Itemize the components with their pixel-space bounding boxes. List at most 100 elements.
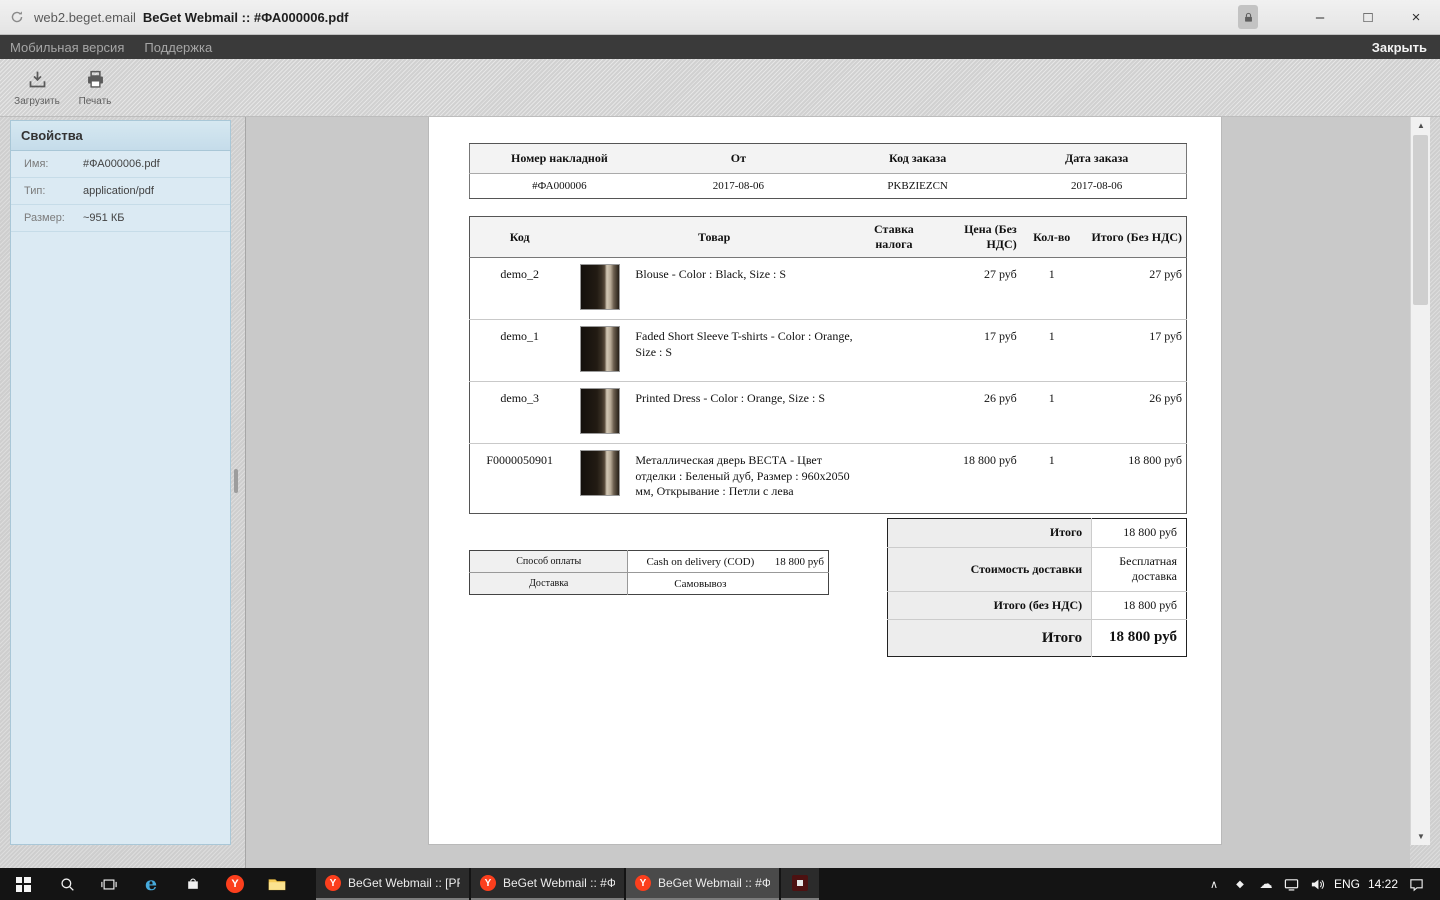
item-name: Faded Short Sleeve T-shirts - Color : Or…	[631, 319, 859, 382]
pdf-page: Номер накладной От Код заказа Дата заказ…	[428, 117, 1222, 845]
col-price: Цена (Без НДС)	[928, 216, 1021, 258]
window-titlebar: web2.beget.email BeGet Webmail :: #ФА000…	[0, 0, 1440, 35]
task-view-button[interactable]	[88, 868, 130, 900]
totals-row: Стоимость доставки Бесплатная доставка	[887, 547, 1187, 592]
pdf-viewer: Номер накладной От Код заказа Дата заказ…	[245, 117, 1410, 868]
payment-method-row: Способ оплаты Cash on delivery (COD) 18 …	[469, 550, 829, 573]
volume-icon[interactable]	[1305, 868, 1331, 900]
item-price: 17 руб	[928, 319, 1021, 382]
item-qty: 1	[1020, 319, 1083, 382]
attachment-toolbar: Загрузить Печать	[0, 59, 1440, 117]
refresh-icon[interactable]	[10, 9, 26, 25]
action-center-button[interactable]	[1403, 868, 1429, 900]
item-price: 26 руб	[928, 381, 1021, 444]
yandex-browser-icon: Y	[480, 875, 496, 891]
item-tax	[859, 444, 929, 514]
property-value: #ФА000006.pdf	[83, 158, 160, 170]
taskbar-app-label: BeGet Webmail :: #Ф...	[503, 876, 615, 890]
meta-col: От	[648, 143, 828, 174]
windows-taskbar: e Y Y BeGet Webmail :: [PR... Y BeGet We…	[0, 868, 1440, 900]
taskbar-app-button-4[interactable]	[781, 868, 819, 900]
item-qty: 1	[1020, 381, 1083, 444]
print-button[interactable]: Печать	[66, 63, 124, 113]
col-qty: Кол-во	[1020, 216, 1083, 258]
workspace: Свойства Имя: #ФА000006.pdf Тип: applica…	[0, 117, 1440, 868]
item-qty: 1	[1048, 453, 1055, 467]
yandex-browser-icon[interactable]: Y	[214, 868, 256, 900]
menu-support[interactable]: Поддержка	[134, 40, 222, 55]
close-viewer-button[interactable]: Закрыть	[1372, 40, 1440, 55]
yandex-browser-icon: Y	[325, 875, 341, 891]
clock[interactable]: 14:22	[1363, 868, 1403, 900]
network-icon[interactable]	[1279, 868, 1305, 900]
panel-splitter[interactable]	[234, 469, 238, 493]
item-code: demo_2	[469, 257, 570, 320]
item-row: F0000050901 Металлическая дверь ВЕСТА - …	[470, 444, 1187, 514]
property-label: Имя:	[24, 158, 49, 170]
close-window-button[interactable]: ×	[1392, 0, 1440, 34]
item-price: 27 руб	[928, 257, 1021, 320]
col-tax: Ставка налога	[858, 216, 929, 258]
file-explorer-icon[interactable]	[256, 868, 298, 900]
taskbar-search-button[interactable]	[46, 868, 88, 900]
microsoft-store-icon[interactable]	[172, 868, 214, 900]
taskbar-app-button-2[interactable]: Y BeGet Webmail :: #Ф...	[471, 868, 624, 900]
download-button[interactable]: Загрузить	[8, 63, 66, 113]
order-meta-table: Номер накладной От Код заказа Дата заказ…	[469, 143, 1187, 199]
maximize-button[interactable]: □	[1344, 0, 1392, 34]
scroll-up-button[interactable]: ▲	[1411, 117, 1431, 134]
property-label: Размер:	[24, 212, 65, 224]
totals-value: 18 800 руб	[1091, 518, 1187, 548]
security-lock-badge[interactable]	[1238, 5, 1258, 29]
page-title: BeGet Webmail :: #ФА000006.pdf	[142, 9, 349, 25]
download-icon	[27, 69, 48, 93]
property-label: Тип:	[24, 185, 46, 197]
product-thumbnail	[580, 326, 621, 372]
col-product: Товар	[569, 216, 859, 258]
totals-label: Итого (без НДС)	[887, 591, 1092, 621]
misc-app-icon	[792, 875, 808, 891]
taskbar-app-label: BeGet Webmail :: [PR...	[348, 876, 460, 890]
language-indicator[interactable]: ENG	[1331, 868, 1363, 900]
product-thumbnail	[580, 264, 621, 310]
items-header-row: Код Товар Ставка налога Цена (Без НДС) К…	[469, 216, 1187, 258]
folder-icon	[268, 878, 286, 890]
property-row-name: Имя: #ФА000006.pdf	[11, 151, 230, 178]
edge-browser-icon[interactable]: e	[130, 868, 172, 900]
product-thumbnail-cell	[569, 319, 632, 382]
taskbar-app-button-1[interactable]: Y BeGet Webmail :: [PR...	[316, 868, 469, 900]
col-code: Код	[469, 216, 570, 258]
product-thumbnail-cell	[569, 444, 631, 514]
vertical-scrollbar[interactable]: ▲ ▼	[1410, 117, 1430, 845]
item-name: Blouse - Color : Black, Size : S	[631, 257, 859, 320]
tray-diamond-icon[interactable]: ◆	[1227, 868, 1253, 900]
titlebar-site: web2.beget.email	[34, 9, 136, 25]
taskbar-app-button-3-active[interactable]: Y BeGet Webmail :: #Ф...	[626, 868, 779, 900]
item-total: 27 руб	[1082, 257, 1187, 320]
payment-method-amount: 18 800 руб	[772, 550, 829, 573]
grand-total-row: Итого 18 800 руб	[887, 619, 1187, 657]
delivery-value: Самовывоз	[674, 577, 727, 590]
totals-value: Бесплатная доставка	[1091, 547, 1187, 592]
scroll-down-button[interactable]: ▼	[1411, 828, 1431, 845]
totals-label: Итого	[887, 518, 1092, 548]
item-total: 26 руб	[1082, 381, 1187, 444]
minimize-button[interactable]: –	[1296, 0, 1344, 34]
property-row-size: Размер: ~951 КБ	[11, 205, 230, 232]
property-value: ~951 КБ	[83, 212, 125, 224]
start-button[interactable]	[0, 868, 46, 900]
totals-row: Итого 18 800 руб	[887, 518, 1187, 548]
property-row-type: Тип: application/pdf	[11, 178, 230, 205]
print-icon	[85, 69, 106, 93]
properties-title: Свойства	[11, 121, 230, 151]
tray-expand-button[interactable]: ∧	[1201, 868, 1227, 900]
onedrive-cloud-icon[interactable]: ☁	[1253, 868, 1279, 900]
property-value: application/pdf	[83, 185, 154, 197]
meta-value-order-date: 2017-08-06	[1007, 173, 1187, 199]
print-label: Печать	[78, 95, 112, 107]
col-total: Итого (Без НДС)	[1082, 216, 1187, 258]
lock-icon	[1244, 12, 1252, 22]
menu-mobile-version[interactable]: Мобильная версия	[0, 40, 134, 55]
meta-col: Код заказа	[828, 143, 1008, 174]
scrollbar-thumb[interactable]	[1413, 135, 1428, 305]
